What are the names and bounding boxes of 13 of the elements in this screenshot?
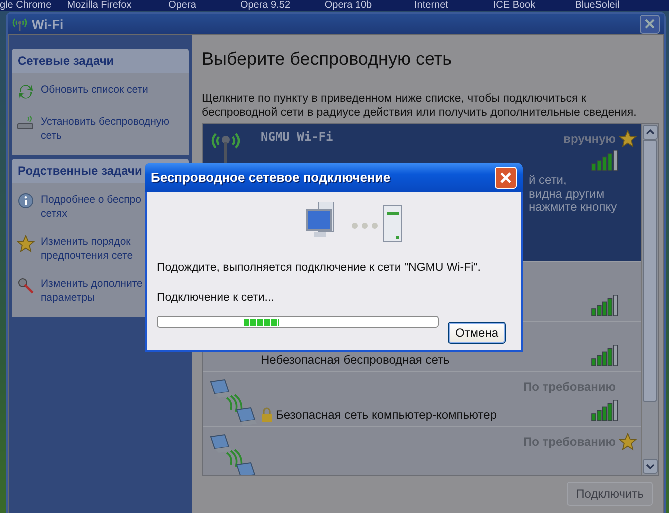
window-title: Wi-Fi <box>32 16 64 32</box>
description-text: Щелкните по пункту в приведенном ниже списке, чтобы подключиться к беспроводной сети в радиусе действия или получить дополнительные сведения. <box>202 92 638 120</box>
description-fragment: й сети, <box>529 174 568 188</box>
connection-mode: вручную <box>564 132 616 146</box>
panel-title: Сетевые задачи <box>12 49 189 73</box>
connection-status: Подключение к сети... <box>157 292 276 304</box>
network-name: NGMU Wi-Fi <box>261 130 334 144</box>
security-type: Небезопасная беспроводная сеть <box>261 353 450 367</box>
security-type: Безопасная сеть компьютер-компьютер <box>276 408 497 422</box>
dialog-message: Подождите, выполняется подключение к сети "NGMU Wi-Fi". <box>157 262 482 274</box>
page-heading: Выберите беспроводную сеть <box>202 49 454 70</box>
description-fragment: видна другим <box>529 188 606 201</box>
description-fragment: нажмите кнопку <box>529 201 618 214</box>
